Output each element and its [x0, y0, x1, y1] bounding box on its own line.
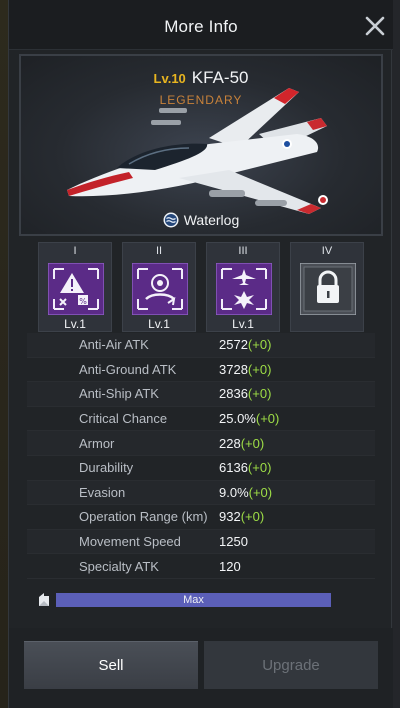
stat-label: Armor [79, 435, 115, 451]
level-progress-icon [37, 592, 51, 613]
background-right [392, 0, 400, 708]
background-left [0, 0, 8, 708]
stat-value: 932(+0) [219, 509, 265, 525]
stat-row: Anti-Air ATK 2572(+0) [27, 333, 375, 358]
skin-label: Waterlog [21, 212, 381, 231]
stat-value: 25.0%(+0) [219, 411, 280, 427]
stat-value: 2836(+0) [219, 386, 272, 402]
skill-slot-numeral: IV [321, 245, 333, 257]
stat-label: Operation Range (km) [79, 509, 208, 525]
stat-row: Anti-Ground ATK 3728(+0) [27, 358, 375, 383]
stat-value: 3728(+0) [219, 361, 272, 377]
lock-icon [299, 262, 357, 316]
dialog-header: More Info [9, 0, 393, 50]
unit-name: KFA-50 [191, 68, 249, 87]
stat-value: 228(+0) [219, 435, 265, 451]
svg-text:%: % [79, 297, 87, 306]
target-warning-icon: % [47, 262, 105, 316]
more-info-dialog: More Info Lv.10 KFA-50 LEGENDARY Waterlo… [8, 0, 393, 708]
stat-value: 120 [219, 558, 241, 574]
skin-icon [163, 212, 179, 231]
stat-value: 1250 [219, 534, 248, 550]
stat-row: Specialty ATK 120 [27, 554, 375, 579]
stat-label: Evasion [79, 484, 126, 500]
stats-list: Anti-Air ATK 2572(+0) Anti-Ground ATK 37… [27, 333, 375, 579]
stat-value: 2572(+0) [219, 337, 272, 353]
unit-title-row: Lv.10 KFA-50 [21, 68, 381, 88]
stat-row: Durability 6136(+0) [27, 456, 375, 481]
action-footer: Sell Upgrade [9, 628, 393, 708]
skill-slot-3[interactable]: III Lv.1 [206, 242, 280, 332]
skill-slot-1[interactable]: I % Lv.1 [38, 242, 112, 332]
stat-value: 6136(+0) [219, 460, 272, 476]
stat-label: Anti-Air ATK [79, 337, 149, 353]
unit-level: Lv.10 [153, 71, 186, 86]
upgrade-button[interactable]: Upgrade [204, 641, 378, 689]
aircraft-strike-icon [215, 262, 273, 316]
stat-label: Specialty ATK [79, 558, 159, 574]
stat-label: Durability [79, 460, 134, 476]
stat-label: Critical Chance [79, 411, 168, 427]
skill-level: Lv.1 [232, 317, 254, 331]
stat-row: Operation Range (km) 932(+0) [27, 505, 375, 530]
stat-row: Armor 228(+0) [27, 431, 375, 456]
close-icon[interactable] [363, 14, 387, 38]
stat-row: Critical Chance 25.0%(+0) [27, 407, 375, 432]
stat-value: 9.0%(+0) [219, 484, 273, 500]
dialog-title: More Info [164, 17, 238, 36]
radar-lock-icon [131, 262, 189, 316]
sell-button[interactable]: Sell [24, 641, 198, 689]
stat-label: Movement Speed [79, 534, 181, 550]
skin-name: Waterlog [183, 212, 240, 229]
unit-preview: Lv.10 KFA-50 LEGENDARY Waterlog [19, 54, 383, 236]
stat-row: Evasion 9.0%(+0) [27, 480, 375, 506]
skill-slot-4[interactable]: IV [290, 242, 364, 332]
skill-slot-numeral: I [73, 245, 77, 257]
stat-row: Movement Speed 1250 [27, 529, 375, 555]
skill-slot-2[interactable]: II Lv.1 [122, 242, 196, 332]
stat-label: Anti-Ground ATK [79, 361, 177, 377]
level-progress-label: Max [183, 594, 204, 606]
stat-label: Anti-Ship ATK [79, 386, 159, 402]
level-progress-bar: Max [56, 593, 331, 607]
skill-level: Lv.1 [64, 317, 86, 331]
stat-row: Anti-Ship ATK 2836(+0) [27, 382, 375, 407]
skill-level: Lv.1 [148, 317, 170, 331]
skill-slot-numeral: II [155, 245, 163, 257]
unit-rarity: LEGENDARY [159, 93, 243, 107]
skill-slot-numeral: III [238, 245, 248, 257]
